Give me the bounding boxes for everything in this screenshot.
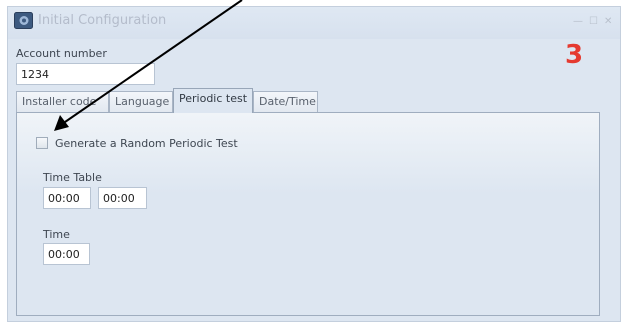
arrow-head bbox=[54, 115, 69, 131]
tab-periodic-test[interactable]: Periodic test bbox=[173, 88, 253, 113]
annotation-arrow bbox=[54, 0, 243, 131]
